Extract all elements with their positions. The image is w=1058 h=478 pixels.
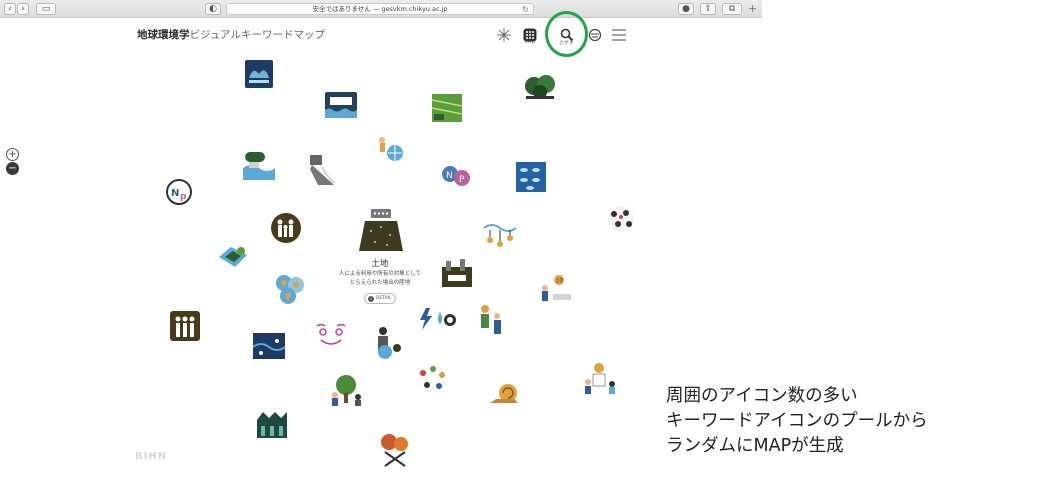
svg-text:N: N bbox=[446, 171, 453, 181]
keyword-icon-land-center[interactable] bbox=[357, 209, 405, 253]
keyword-icon-workers[interactable] bbox=[477, 304, 505, 336]
annotation-line-1: 周囲のアイコン数の多い bbox=[666, 386, 858, 406]
forward-button[interactable]: › bbox=[17, 3, 29, 15]
site-title-bold: 地球環境学 bbox=[137, 29, 190, 41]
zoom-in-button[interactable]: + bbox=[6, 148, 19, 161]
keyword-icon-question-people[interactable]: !? bbox=[539, 274, 573, 304]
keyword-icon-factory[interactable] bbox=[440, 257, 474, 289]
keyword-icon-teacher[interactable] bbox=[583, 362, 617, 396]
keyword-icon-mushroom-tools[interactable] bbox=[379, 432, 411, 468]
svg-text:p: p bbox=[180, 192, 187, 202]
menu-icon[interactable] bbox=[607, 24, 631, 46]
keyword-icon-temple[interactable] bbox=[255, 410, 289, 440]
center-keyword-title: 土地 bbox=[371, 259, 389, 269]
keyword-icon-field[interactable] bbox=[432, 94, 462, 122]
search-highlight-ring bbox=[545, 11, 588, 57]
keyword-icon-forest[interactable] bbox=[524, 72, 556, 100]
keyword-icon-np-bubbles[interactable]: NP bbox=[440, 164, 472, 188]
keyword-icon-animals[interactable] bbox=[604, 204, 638, 234]
keyword-icon-crowd[interactable] bbox=[170, 311, 200, 341]
detail-label: DETAIL bbox=[376, 296, 392, 301]
annotation-line-2: キーワードアイコンのプールから bbox=[666, 411, 928, 431]
keyword-icon-river-village[interactable] bbox=[243, 150, 275, 180]
keyword-icon-dam[interactable] bbox=[308, 155, 336, 187]
svg-text:N: N bbox=[171, 188, 179, 199]
keyword-icon-cells[interactable] bbox=[274, 273, 306, 305]
site-title-light: ビジュアルキーワードマップ bbox=[189, 29, 325, 41]
keyword-icon-mountain-sea[interactable] bbox=[245, 60, 273, 88]
lab-label: LAB bbox=[525, 40, 536, 45]
browser-toolbar: ‹ › ▭ ◐ 安全ではありません — gesvkm.chikyu.ac.jp … bbox=[0, 0, 762, 18]
download-icon[interactable]: ● bbox=[678, 3, 694, 15]
keyword-icon-np-cycle[interactable]: Np bbox=[164, 177, 194, 207]
keyword-icon-ocean-map[interactable] bbox=[253, 333, 285, 359]
share-icon[interactable]: ⇪ bbox=[700, 3, 716, 15]
keyword-icon-water-network[interactable] bbox=[482, 222, 516, 252]
info-icon: i bbox=[368, 296, 374, 302]
url-text: 安全ではありません — gesvkm.chikyu.ac.jp bbox=[312, 5, 448, 13]
address-bar[interactable]: 安全ではありません — gesvkm.chikyu.ac.jp ↻ bbox=[226, 3, 534, 15]
tabs-overview-icon[interactable]: ⧉ bbox=[722, 3, 742, 15]
keyword-icon-energy[interactable] bbox=[420, 308, 456, 330]
new-tab-icon[interactable]: + bbox=[748, 3, 757, 14]
svg-text:P: P bbox=[459, 175, 465, 185]
description-line-2: とらえられた場合の陸地 bbox=[349, 280, 411, 286]
sidebar-toggle-button[interactable]: ▭ bbox=[36, 3, 56, 15]
keyword-icon-nutrition[interactable] bbox=[415, 363, 449, 393]
privacy-icon[interactable]: ◐ bbox=[205, 3, 221, 15]
keyword-icon-smile[interactable] bbox=[315, 322, 347, 348]
reload-icon[interactable]: ↻ bbox=[522, 4, 529, 15]
detail-button[interactable]: i DETAIL bbox=[364, 293, 396, 304]
keyword-icon-researcher[interactable] bbox=[373, 326, 403, 362]
back-button[interactable]: ‹ bbox=[4, 3, 16, 15]
svg-text:!?: !? bbox=[557, 277, 564, 285]
asterisk-map-icon[interactable] bbox=[492, 24, 516, 46]
keyword-icon-tree-people[interactable] bbox=[330, 373, 364, 407]
keyword-icon-snail[interactable] bbox=[490, 381, 522, 407]
description-line-1: 人による利用や所有の対象として bbox=[338, 271, 422, 277]
keyword-icon-family[interactable] bbox=[270, 212, 302, 244]
language-icon[interactable] bbox=[583, 24, 607, 46]
keyword-icon-city[interactable] bbox=[325, 92, 357, 118]
keyword-icon-person-globe[interactable] bbox=[375, 135, 405, 165]
annotation-text: 周囲のアイコン数の多いキーワードアイコンのプールから ランダムにMAPが生成 bbox=[666, 384, 928, 459]
rihn-logo: RIHN bbox=[135, 451, 168, 462]
site-title[interactable]: 地球環境学ビジュアルキーワードマップ bbox=[137, 27, 325, 42]
keyword-icon-fish-water[interactable] bbox=[516, 162, 546, 192]
keyword-icon-island[interactable] bbox=[217, 243, 249, 271]
annotation-line-3: ランダムにMAPが生成 bbox=[666, 436, 844, 456]
center-keyword-description: 人による利用や所有の対象として とらえられた場合の陸地 bbox=[320, 270, 440, 288]
zoom-out-button[interactable]: − bbox=[6, 162, 19, 175]
